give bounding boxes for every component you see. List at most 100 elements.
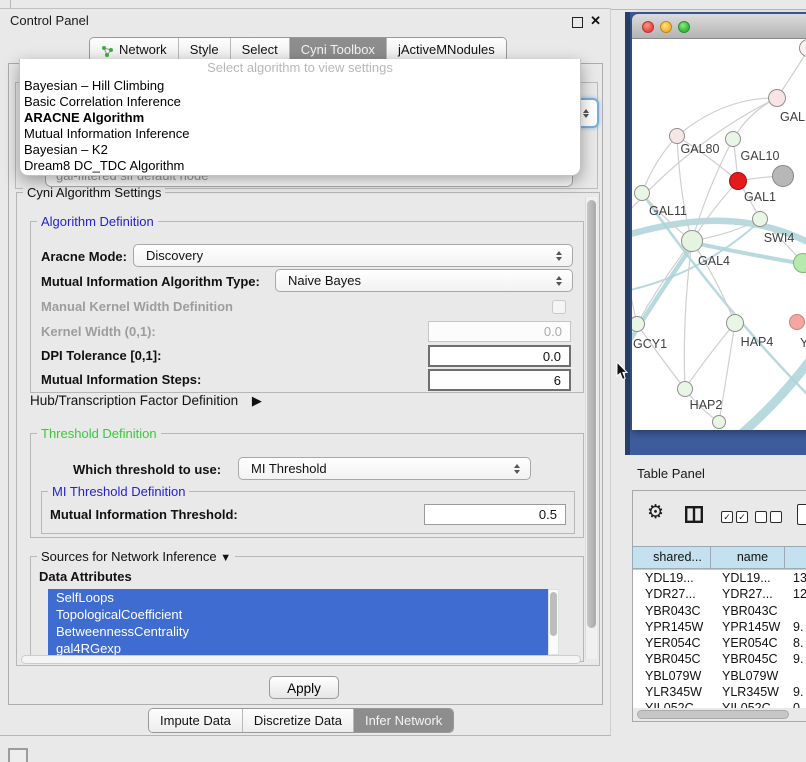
aracne-mode-label: Aracne Mode: (41, 249, 127, 264)
table-row[interactable]: YER054CYER054C8. (633, 635, 806, 651)
cell: YBL079W (633, 668, 712, 684)
cell: YBR045C (633, 651, 712, 667)
tab-infer-network[interactable]: Infer Network (353, 709, 453, 732)
tab-label: Impute Data (160, 710, 231, 731)
column-header[interactable]: shared... (632, 546, 711, 569)
aracne-mode-combo[interactable]: Discovery (133, 244, 573, 267)
table-row[interactable]: YDL19...YDL19...13 (633, 570, 806, 586)
scrollbar-thumb[interactable] (587, 200, 596, 628)
table-row[interactable]: YLR345WYLR345W9. (633, 684, 806, 700)
kernel-width-field[interactable] (428, 321, 571, 342)
node-SWI4[interactable] (752, 211, 768, 227)
node-GAL10[interactable] (725, 131, 741, 147)
table-horizontal-scrollbar[interactable] (637, 710, 805, 720)
settings-vertical-scrollbar[interactable] (585, 197, 597, 659)
which-threshold-combo[interactable]: MI Threshold (238, 457, 531, 480)
mi-steps-field[interactable] (428, 369, 571, 391)
mi-type-value: Naive Bayes (288, 273, 361, 288)
algorithm-option[interactable]: Bayesian – Hill Climbing (20, 78, 580, 94)
combo-spinner-icon (555, 275, 563, 288)
minimized-panel-icon[interactable] (8, 748, 28, 762)
column-header[interactable]: A (784, 546, 806, 569)
tab-jactivemnodules[interactable]: jActiveMNodules (386, 38, 506, 61)
minimize-traffic-light-icon[interactable] (660, 21, 672, 33)
table-row[interactable]: YBR043CYBR043C (633, 603, 806, 619)
node-GAL[interactable] (768, 89, 786, 107)
tab-impute-data[interactable]: Impute Data (149, 709, 242, 732)
zoom-traffic-light-icon[interactable] (678, 21, 690, 33)
column-header[interactable]: name (710, 546, 785, 569)
select-all-columns-icon[interactable]: ✓✓ (721, 511, 751, 526)
gear-icon[interactable]: ⚙ (647, 501, 664, 523)
list-vertical-scrollbar[interactable] (548, 589, 559, 655)
columns-icon[interactable] (685, 506, 703, 526)
new-table-icon[interactable] (797, 504, 806, 525)
apply-button[interactable]: Apply (269, 676, 339, 699)
cell: 9. (787, 651, 806, 667)
node-HAP2[interactable] (677, 381, 693, 397)
node-unlabeled[interactable] (712, 415, 726, 429)
manual-kernel-checkbox[interactable] (552, 300, 566, 314)
threshold-definition-title: Threshold Definition (37, 426, 161, 441)
sources-title-text[interactable]: Sources for Network Inference (41, 549, 217, 564)
network-canvas[interactable]: GALGAL80GAL10GAL1GAL11SWI4GAL4HAP4YGCY1H… (632, 39, 806, 430)
dpi-tolerance-field[interactable] (428, 345, 571, 367)
table-row[interactable]: YBL079WYBL079W (633, 668, 806, 684)
node-GAL4[interactable] (681, 230, 703, 252)
data-attribute-item[interactable]: SelfLoops (48, 589, 548, 606)
settings-horizontal-scrollbar[interactable] (21, 655, 581, 664)
mi-type-combo[interactable]: Naive Bayes (275, 269, 573, 292)
cell: 13 (787, 570, 806, 586)
node-GAL11[interactable] (634, 185, 650, 201)
settings-group-title: Cyni Algorithm Settings (23, 185, 165, 200)
scrollbar-thumb[interactable] (21, 655, 581, 664)
cell (787, 603, 806, 619)
node-label: Y (800, 336, 806, 350)
unchecked-box-icon (770, 511, 782, 523)
hub-definition-toggle[interactable]: Hub/Transcription Factor Definition ▶ (30, 393, 262, 409)
table-row[interactable]: YDR27...YDR27...12 (633, 586, 806, 602)
scrollbar-thumb[interactable] (550, 592, 557, 636)
combo-spinner-icon (555, 250, 563, 263)
node-Y[interactable] (789, 314, 805, 330)
network-window-titlebar[interactable] (632, 14, 806, 39)
algorithm-option[interactable]: Bayesian – K2 (20, 142, 580, 158)
node-unlabeled[interactable] (772, 165, 794, 187)
table-row[interactable]: YPR145WYPR145W9. (633, 619, 806, 635)
float-window-icon[interactable] (572, 17, 583, 28)
threshold-definition-group: Threshold Definition Which threshold to … (30, 433, 584, 538)
tab-discretize-data[interactable]: Discretize Data (242, 709, 353, 732)
node-GAL1[interactable] (729, 172, 747, 190)
algorithm-option[interactable]: Dream8 DC_TDC Algorithm (20, 158, 580, 174)
algorithm-option[interactable]: ARACNE Algorithm (20, 110, 580, 126)
deselect-all-columns-icon[interactable] (755, 511, 785, 526)
data-attribute-item[interactable]: gal4RGexp (48, 640, 548, 655)
hub-definition-label: Hub/Transcription Factor Definition (30, 393, 238, 408)
unchecked-box-icon (755, 511, 767, 523)
tab-select[interactable]: Select (230, 38, 289, 61)
cell: YBR043C (633, 603, 712, 619)
close-icon[interactable]: ✕ (590, 13, 601, 29)
network-icon (101, 43, 114, 56)
algorithm-definition-group: Algorithm Definition Aracne Mode: Discov… (30, 221, 584, 393)
node-HAP4[interactable] (726, 314, 744, 332)
node-unlabeled[interactable] (793, 253, 806, 273)
checked-box-icon: ✓ (736, 511, 748, 523)
tab-style[interactable]: Style (178, 38, 230, 61)
tab-network[interactable]: Network (90, 38, 178, 61)
table-row[interactable]: YBR045CYBR045C9. (633, 651, 806, 667)
algorithm-option[interactable]: Mutual Information Inference (20, 126, 580, 142)
data-attribute-item[interactable]: BetweennessCentrality (48, 623, 548, 640)
tab-cyni-toolbox[interactable]: Cyni Toolbox (289, 38, 386, 61)
table-panel: ⚙ ✓✓ shared...nameA YDL19...YDL19...13YD… (632, 490, 806, 722)
table-row[interactable]: YIL052CYIL052C0. (633, 700, 806, 708)
algorithm-option[interactable]: Basic Correlation Inference (20, 94, 580, 110)
network-desktop: GALGAL80GAL10GAL1GAL11SWI4GAL4HAP4YGCY1H… (625, 12, 806, 455)
data-attribute-item[interactable]: TopologicalCoefficient (48, 606, 548, 623)
scrollbar-thumb[interactable] (637, 710, 789, 719)
chevron-down-icon[interactable]: ▼ (220, 552, 231, 564)
tab-label: Network (119, 39, 167, 60)
cell: YBR043C (712, 603, 787, 619)
mi-threshold-field[interactable] (424, 504, 566, 525)
close-traffic-light-icon[interactable] (642, 21, 654, 33)
